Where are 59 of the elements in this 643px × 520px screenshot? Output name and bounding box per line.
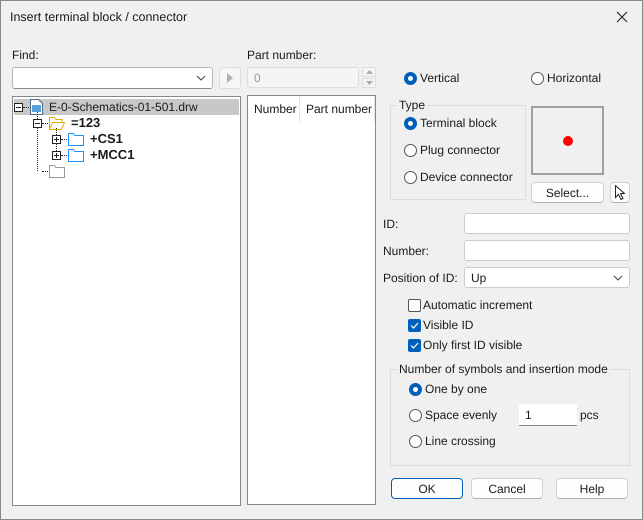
part-number-label: Part number: <box>247 48 318 63</box>
window-title: Insert terminal block / connector <box>10 10 188 24</box>
folder-icon <box>68 132 84 146</box>
input-field[interactable] <box>464 240 630 261</box>
minus-box-icon[interactable] <box>14 102 23 112</box>
chevron-down-icon <box>613 274 623 280</box>
tree-item[interactable]: E-0-Schematics-01-501.drw <box>14 99 239 115</box>
dialog-button[interactable]: Cancel <box>471 478 543 499</box>
dialog-button[interactable]: OK <box>391 478 463 499</box>
type-radio[interactable]: Plug connector <box>404 143 525 157</box>
column-header[interactable]: Part number <box>300 96 375 122</box>
tree-label: =123 <box>71 115 102 131</box>
count-field[interactable]: 1 <box>519 404 577 426</box>
pointer-icon[interactable] <box>615 185 625 200</box>
find-combo[interactable] <box>12 67 213 89</box>
group-title: Number of symbols and insertion mode <box>397 362 610 377</box>
select-button[interactable]: Select... <box>531 182 604 203</box>
folder-icon <box>49 164 65 178</box>
tree-item[interactable]: +CS1 <box>52 131 239 147</box>
tree-label: +MCC1 <box>90 147 136 163</box>
find-label: Find: <box>12 48 40 63</box>
plus-box-icon[interactable] <box>52 134 61 144</box>
field-label: Number: <box>383 244 430 258</box>
checkbox[interactable]: Automatic increment <box>408 298 630 312</box>
type-radio[interactable]: Terminal block <box>404 116 525 130</box>
pointer-button[interactable] <box>610 182 630 203</box>
unit-label: pcs <box>580 408 599 422</box>
dot-icon <box>562 136 572 146</box>
checkbox[interactable]: Visible ID <box>408 318 630 332</box>
open-folder-icon <box>49 116 65 130</box>
document-icon <box>30 99 43 115</box>
tree-label: +CS1 <box>90 131 124 147</box>
folder-icon <box>68 148 84 162</box>
minus-box-icon[interactable] <box>33 118 42 128</box>
insertion-radio[interactable]: Line crossing <box>409 434 519 448</box>
spin-down-button[interactable] <box>362 78 376 88</box>
triangle-down-icon[interactable] <box>366 81 372 85</box>
close-icon[interactable] <box>616 10 628 22</box>
orientation-radio[interactable]: Vertical <box>404 71 531 85</box>
dialog-button[interactable]: Help <box>556 478 628 499</box>
spin-up-button[interactable] <box>362 67 376 77</box>
triangle-up-icon[interactable] <box>366 70 372 74</box>
input-field[interactable] <box>464 213 630 234</box>
insertion-radio[interactable]: Space evenly <box>409 408 519 422</box>
column-header[interactable]: Number <box>248 96 300 122</box>
plus-box-icon[interactable] <box>52 150 61 160</box>
group-title: Type <box>397 98 428 113</box>
chevron-down-icon <box>196 75 206 81</box>
check-icon <box>410 342 419 348</box>
field-label: Position of ID: <box>383 270 459 284</box>
orientation-radio[interactable]: Horizontal <box>531 71 630 85</box>
tree-item[interactable]: +MCC1 <box>52 147 239 163</box>
check-icon <box>410 322 419 328</box>
insertion-radio[interactable]: One by one <box>409 382 519 396</box>
position-dropdown[interactable]: Up <box>464 267 630 288</box>
type-radio[interactable]: Device connector <box>404 170 525 184</box>
field-label: ID: <box>383 216 400 230</box>
tree-item[interactable]: =123 <box>33 115 239 131</box>
checkbox[interactable]: Only first ID visible <box>408 338 630 352</box>
